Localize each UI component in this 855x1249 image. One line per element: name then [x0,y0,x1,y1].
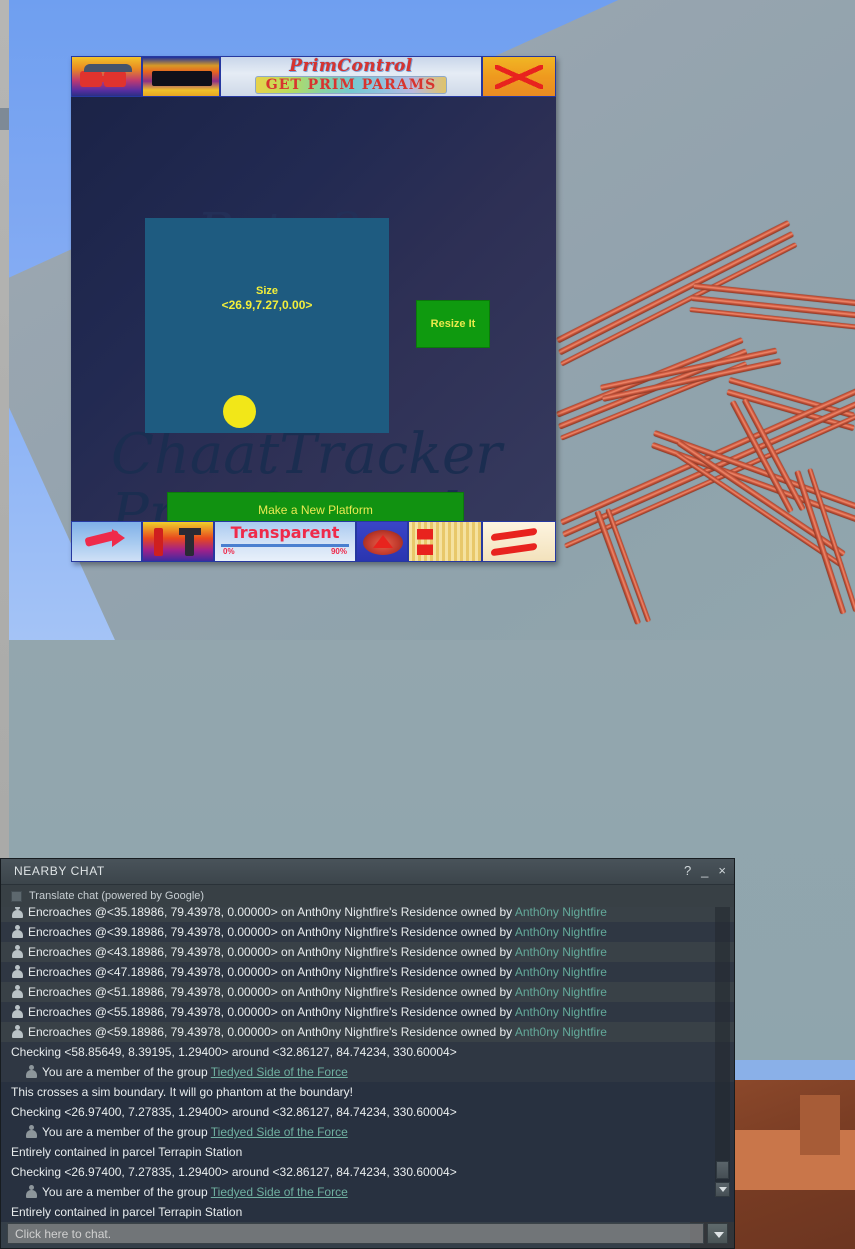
chat-log-line: Entirely contained in parcel Terrapin St… [1,1202,734,1222]
hud-bottom-toolbar: Transparent 0% 90% [71,521,556,562]
chat-line-text: Checking <26.97400, 7.27835, 1.29400> ar… [11,1165,457,1179]
avatar-icon [11,925,23,938]
nearby-chat-window: NEARBY CHAT ? _ × Translate chat (powere… [0,858,735,1249]
chat-line-text: You are a member of the group [42,1065,211,1079]
chat-log-line: Encroaches @<39.18986, 79.43978, 0.00000… [1,922,734,942]
close-icon[interactable]: × [718,862,726,880]
avatar-icon [11,985,23,998]
chat-line-text: You are a member of the group [42,1125,211,1139]
chat-log-line: Checking <26.97400, 7.27835, 1.29400> ar… [1,1102,734,1122]
size-value: <26.9,7.27,0.00> [221,298,313,312]
chat-log-line: You are a member of the group Tiedyed Si… [1,1122,734,1142]
chat-line-text: Entirely contained in parcel Terrapin St… [11,1205,243,1219]
chat-line-text: Encroaches @<51.18986, 79.43978, 0.00000… [28,985,515,999]
help-icon[interactable]: ? [684,862,691,880]
platform-bar-icon[interactable] [142,56,220,97]
group-link[interactable]: Tiedyed Side of the Force [211,1065,348,1079]
chat-line-text: Encroaches @<39.18986, 79.43978, 0.00000… [28,925,515,939]
dome-icon[interactable] [356,521,408,562]
chat-line-text: Encroaches @<59.18986, 79.43978, 0.00000… [28,1025,515,1039]
chat-input[interactable] [7,1223,704,1244]
size-label: Size [255,285,278,297]
avatar-name-link[interactable]: Anth0ny Nightfire [515,925,607,939]
chat-line-text: Entirely contained in parcel Terrapin St… [11,1145,243,1159]
transparency-slider[interactable]: Transparent 0% 90% [214,521,356,562]
avatar-name-link[interactable]: Anth0ny Nightfire [515,1005,607,1019]
slider-max-label: 90% [330,547,347,556]
up-down-icon[interactable] [408,521,482,562]
translate-chat-label: Translate chat (powered by Google) [29,890,205,902]
close-icon[interactable] [482,56,556,97]
hud-action-label: GET PRIM PARAMS [254,75,448,94]
group-icon [25,1065,37,1078]
hud-top-toolbar: PrimControl GET PRIM PARAMS [71,56,556,97]
chat-window-title: NEARBY CHAT [14,864,105,878]
tools-icon[interactable] [142,521,214,562]
chat-log-line: Checking <26.97400, 7.27835, 1.29400> ar… [1,1162,734,1182]
avatar-icon [11,945,23,958]
hud-body: Beta 3 ChaatTracker PrimControl Logger S… [71,97,556,521]
position-marker-dot[interactable] [223,395,256,428]
chat-log[interactable]: Encroaches @<31.18986, 79.43978, 0.00000… [1,907,734,1222]
chat-log-line: You are a member of the group Tiedyed Si… [1,1182,734,1202]
resize-it-button[interactable]: Resize It [416,300,490,348]
chat-log-line: Encroaches @<43.18986, 79.43978, 0.00000… [1,942,734,962]
avatar-name-link[interactable]: Anth0ny Nightfire [515,985,607,999]
group-icon [25,1125,37,1138]
minimize-icon[interactable]: _ [701,862,708,880]
chat-log-lines: Encroaches @<31.18986, 79.43978, 0.00000… [1,907,734,1222]
hud-title-banner: PrimControl GET PRIM PARAMS [220,56,482,97]
slider-min-label: 0% [223,547,235,556]
desktop-edge-strip [0,0,9,900]
size-display-panel[interactable]: Size <26.9,7.27,0.00> [145,218,389,433]
avatar-icon [11,1025,23,1038]
chat-log-line: This crosses a sim boundary. It will go … [1,1082,734,1102]
avatar-name-link[interactable]: Anth0ny Nightfire [515,965,607,979]
avatar-name-link[interactable]: Anth0ny Nightfire [515,907,607,919]
chat-line-text: Encroaches @<35.18986, 79.43978, 0.00000… [28,907,515,919]
wavy-lines-icon[interactable] [482,521,556,562]
chat-log-line: You are a member of the group Tiedyed Si… [1,1062,734,1082]
slider-ticks: 0% 90% [215,547,355,556]
make-new-platform-button[interactable]: Make a New Platform [167,492,464,521]
chat-line-text: Checking <26.97400, 7.27835, 1.29400> ar… [11,1105,457,1119]
chat-scrollbar[interactable] [715,907,730,1197]
scroll-down-arrow-icon[interactable] [715,1182,730,1197]
chat-line-text: Encroaches @<47.18986, 79.43978, 0.00000… [28,965,515,979]
red-arrow-icon[interactable] [71,521,142,562]
avatar-icon [11,907,23,918]
chat-log-line: Encroaches @<35.18986, 79.43978, 0.00000… [1,907,734,922]
group-icon [25,1185,37,1198]
chat-line-text: Checking <58.85649, 8.39195, 1.29400> ar… [11,1045,457,1059]
transparent-label: Transparent [230,523,340,542]
avatar-icon [11,1005,23,1018]
translate-chat-row[interactable]: Translate chat (powered by Google) [1,885,734,907]
edge-tab [0,108,9,130]
avatar-name-link[interactable]: Anth0ny Nightfire [515,1025,607,1039]
chat-log-line: Encroaches @<55.18986, 79.43978, 0.00000… [1,1002,734,1022]
translate-checkbox[interactable] [11,890,22,902]
hud-brand-label: PrimControl [289,56,413,76]
chat-line-text: Encroaches @<55.18986, 79.43978, 0.00000… [28,1005,515,1019]
primcontrol-hud-panel: PrimControl GET PRIM PARAMS Beta 3 Chaat… [71,56,556,562]
chat-history-dropdown-icon[interactable] [707,1223,728,1244]
chat-log-line: Checking <58.85649, 8.39195, 1.29400> ar… [1,1042,734,1062]
chat-line-text: Encroaches @<43.18986, 79.43978, 0.00000… [28,945,515,959]
chat-line-text: This crosses a sim boundary. It will go … [11,1085,353,1099]
chat-log-line: Entirely contained in parcel Terrapin St… [1,1142,734,1162]
chat-title-bar[interactable]: NEARBY CHAT ? _ × [1,859,734,885]
car-icon[interactable] [71,56,142,97]
avatar-name-link[interactable]: Anth0ny Nightfire [515,945,607,959]
group-link[interactable]: Tiedyed Side of the Force [211,1125,348,1139]
group-link[interactable]: Tiedyed Side of the Force [211,1185,348,1199]
avatar-icon [11,965,23,978]
chat-log-line: Encroaches @<47.18986, 79.43978, 0.00000… [1,962,734,982]
window-controls: ? _ × [684,862,726,880]
chat-line-text: You are a member of the group [42,1185,211,1199]
chat-log-line: Encroaches @<59.18986, 79.43978, 0.00000… [1,1022,734,1042]
scrollbar-thumb[interactable] [716,1161,729,1179]
chat-input-row [1,1222,734,1248]
chat-log-line: Encroaches @<51.18986, 79.43978, 0.00000… [1,982,734,1002]
brown-structure [800,1095,840,1155]
